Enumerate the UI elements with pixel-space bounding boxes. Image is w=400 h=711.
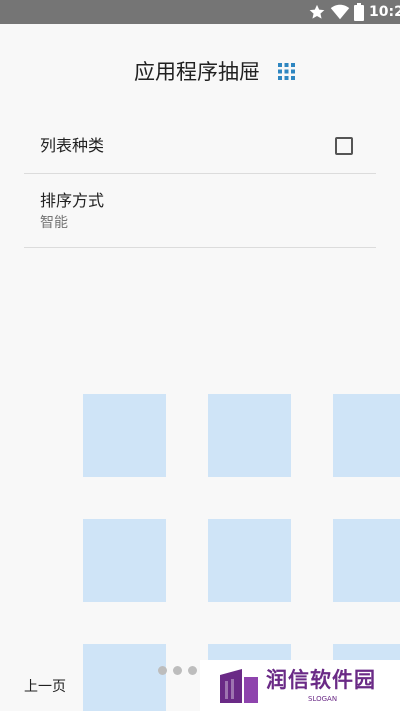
status-bar: 10:24 (0, 0, 400, 24)
page-dot[interactable] (188, 666, 197, 675)
watermark-slogan: SLOGAN (308, 695, 338, 703)
preview-tile (83, 519, 166, 602)
grid-icon[interactable] (278, 63, 295, 80)
watermark: 润信软件园 SLOGAN (200, 660, 400, 711)
page-dot[interactable] (173, 666, 182, 675)
status-time: 10:24 (369, 4, 400, 20)
battery-icon (354, 3, 364, 21)
preview-tile (208, 644, 291, 660)
setting-list-type-label: 列表种类 (40, 136, 105, 155)
preview-tile (333, 519, 400, 602)
wifi-icon (330, 4, 350, 20)
setting-sort[interactable]: 排序方式 智能 (24, 174, 376, 248)
setting-sort-value: 智能 (40, 215, 68, 231)
list-type-checkbox[interactable] (335, 137, 353, 155)
page-title: 应用程序抽屉 (134, 60, 260, 84)
preview-tile (208, 519, 291, 602)
preview-tile (83, 394, 166, 477)
setting-sort-label: 排序方式 (40, 191, 105, 210)
bottom-bar: 上一页 润信软件园 SLOGAN (0, 660, 400, 711)
preview-tile (333, 394, 400, 477)
prev-page-button[interactable]: 上一页 (24, 678, 66, 696)
preview-tile (208, 394, 291, 477)
preview-tile (333, 644, 400, 660)
setting-list-type[interactable]: 列表种类 (24, 120, 376, 174)
page-dot[interactable] (158, 666, 167, 675)
watermark-logo-icon (220, 669, 258, 703)
header: 应用程序抽屉 (0, 52, 400, 92)
watermark-text: 润信软件园 (266, 668, 376, 692)
star-icon (309, 4, 325, 19)
